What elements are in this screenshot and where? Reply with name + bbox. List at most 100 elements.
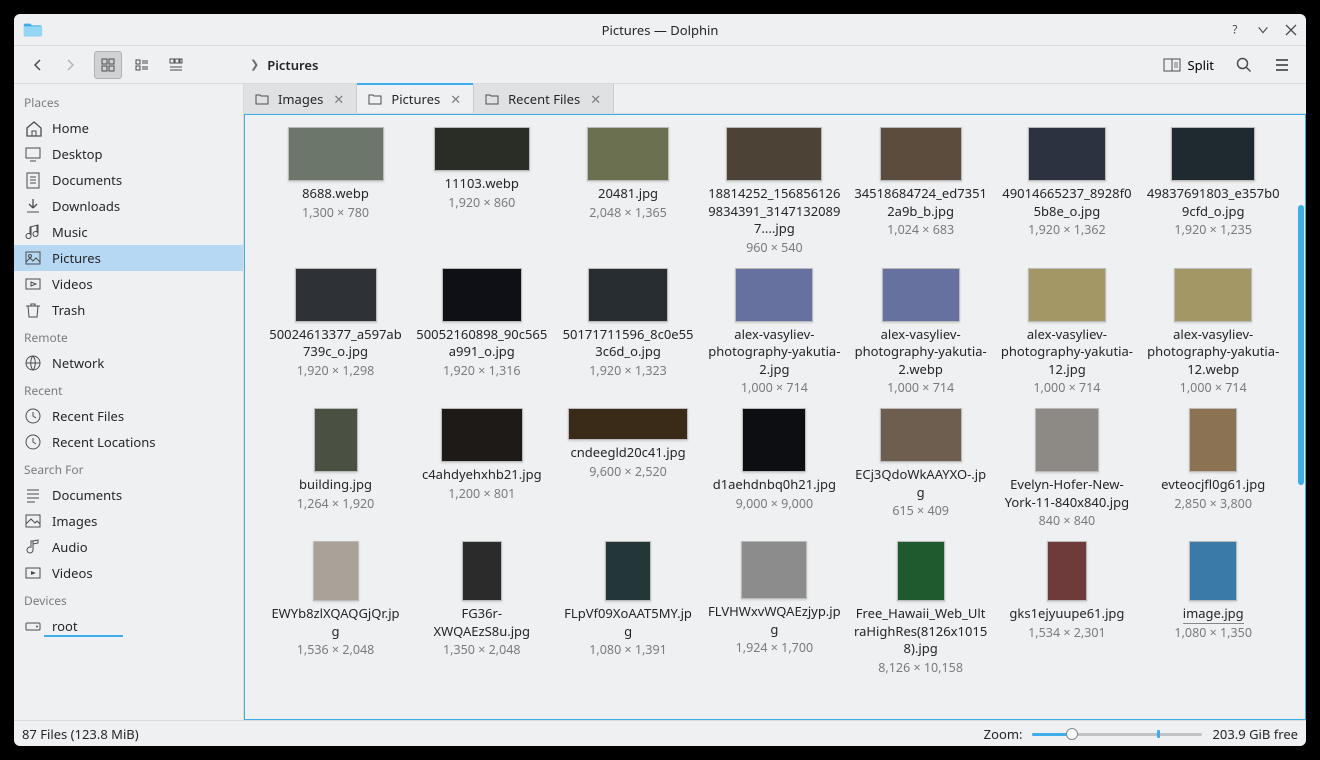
file-item[interactable]: Evelyn-Hofer-New-York-11-840x840.jpg840 … (994, 404, 1139, 533)
details-view-button[interactable] (162, 51, 190, 79)
sidebar-header: Remote (14, 323, 243, 350)
sidebar-item-recent-files[interactable]: Recent Files (14, 403, 243, 429)
file-item[interactable]: EWYb8zlXQAQGjQr.jpg1,536 × 2,048 (263, 537, 408, 680)
file-item[interactable]: 20481.jpg2,048 × 1,365 (556, 123, 701, 260)
file-item[interactable]: alex-vasyliev-photography-yakutia-12.jpg… (994, 264, 1139, 401)
folder-icon (367, 91, 383, 107)
split-icon (1163, 57, 1181, 73)
minimize-button[interactable] (1256, 23, 1270, 37)
sidebar-item-desktop[interactable]: Desktop (14, 141, 243, 167)
search-docs-icon (24, 486, 42, 504)
sidebar-item-network[interactable]: Network (14, 350, 243, 376)
sidebar-item-videos[interactable]: Videos (14, 560, 243, 586)
file-item[interactable]: 49014665237_8928f05b8e_o.jpg1,920 × 1,36… (994, 123, 1139, 260)
tab-recent-files[interactable]: Recent Files✕ (474, 84, 614, 113)
file-item[interactable]: 34518684724_ed73512a9b_b.jpg1,024 × 683 (848, 123, 993, 260)
sidebar-item-audio[interactable]: Audio (14, 534, 243, 560)
file-item[interactable]: alex-vasyliev-photography-yakutia-2.jpg1… (702, 264, 847, 401)
file-item[interactable]: 8688.webp1,300 × 780 (263, 123, 408, 260)
sidebar-item-label: Documents (52, 486, 122, 504)
search-button[interactable] (1230, 51, 1258, 79)
icons-view-button[interactable] (94, 51, 122, 79)
file-item[interactable]: 18814252_1568561269834391_31471320897...… (702, 123, 847, 260)
tab-label: Images (278, 90, 323, 108)
file-view[interactable]: 8688.webp1,300 × 78011103.webp1,920 × 86… (245, 115, 1305, 719)
sidebar-item-pictures[interactable]: Pictures (14, 245, 243, 271)
file-item[interactable]: FLpVf09XoAAT5MY.jpg1,080 × 1,391 (556, 537, 701, 680)
file-item[interactable]: evteocjfl0g61.jpg2,850 × 3,800 (1141, 404, 1286, 533)
forward-button[interactable] (56, 51, 84, 79)
file-item[interactable]: alex-vasyliev-photography-yakutia-12.web… (1141, 264, 1286, 401)
scrollbar[interactable] (1298, 205, 1304, 485)
file-name: Free_Hawaii_Web_UltraHighRes(8126x10158)… (853, 605, 988, 658)
file-item[interactable]: 11103.webp1,920 × 860 (409, 123, 554, 260)
file-item[interactable]: FG36r-XWQAEzS8u.jpg1,350 × 2,048 (409, 537, 554, 680)
tab-close-button[interactable]: ✕ (331, 90, 346, 108)
file-item[interactable]: cndeegld20c41.jpg9,600 × 2,520 (556, 404, 701, 533)
file-item[interactable]: FLVHWxvWQAEzjyp.jpg1,924 × 1,700 (702, 537, 847, 680)
file-item[interactable]: building.jpg1,264 × 1,920 (263, 404, 408, 533)
sidebar-item-documents[interactable]: Documents (14, 482, 243, 508)
breadcrumb-current[interactable]: Pictures (267, 56, 318, 74)
sidebar-item-label: Videos (52, 275, 93, 293)
sidebar-item-label: Documents (52, 171, 122, 189)
tab-pictures[interactable]: Pictures✕ (357, 84, 474, 113)
sidebar-item-documents[interactable]: Documents (14, 167, 243, 193)
trash-icon (24, 301, 42, 319)
thumbnail (568, 408, 688, 440)
file-dimensions: 9,600 × 2,520 (589, 463, 667, 480)
file-item[interactable]: 50052160898_90c565a991_o.jpg1,920 × 1,31… (409, 264, 554, 401)
free-space: 203.9 GiB free (1212, 725, 1298, 743)
thumbnail (741, 541, 807, 599)
file-dimensions: 1,536 × 2,048 (297, 641, 375, 658)
compact-view-button[interactable] (128, 51, 156, 79)
menu-button[interactable] (1268, 51, 1296, 79)
sidebar-item-music[interactable]: Music (14, 219, 243, 245)
thumbnail (295, 268, 377, 322)
tab-close-button[interactable]: ✕ (448, 90, 463, 108)
thumbnail (880, 127, 962, 181)
file-item[interactable]: d1aehdnbq0h21.jpg9,000 × 9,000 (702, 404, 847, 533)
file-dimensions: 2,048 × 1,365 (589, 204, 667, 221)
close-button[interactable] (1284, 23, 1298, 37)
file-name: c4ahdyehxhb21.jpg (422, 466, 542, 484)
thumbnail (1035, 408, 1099, 472)
file-dimensions: 1,920 × 1,298 (297, 362, 375, 379)
sidebar-item-home[interactable]: Home (14, 115, 243, 141)
file-item[interactable]: 50171711596_8c0e553c6d_o.jpg1,920 × 1,32… (556, 264, 701, 401)
file-item[interactable]: c4ahdyehxhb21.jpg1,200 × 801 (409, 404, 554, 533)
file-dimensions: 1,300 × 780 (302, 204, 369, 221)
sidebar-item-downloads[interactable]: Downloads (14, 193, 243, 219)
file-item[interactable]: gks1ejyuupe61.jpg1,534 × 2,301 (994, 537, 1139, 680)
file-item[interactable]: Free_Hawaii_Web_UltraHighRes(8126x10158)… (848, 537, 993, 680)
split-button[interactable]: Split (1157, 52, 1220, 78)
sidebar-item-videos[interactable]: Videos (14, 271, 243, 297)
help-button[interactable]: ? (1228, 23, 1242, 37)
toolbar: ❯ Pictures Split (14, 46, 1306, 84)
breadcrumb[interactable]: ❯ Pictures (200, 56, 1153, 74)
back-button[interactable] (24, 51, 52, 79)
thumbnail (587, 127, 669, 181)
zoom-slider[interactable] (1032, 727, 1202, 741)
file-name: 50052160898_90c565a991_o.jpg (414, 326, 549, 361)
tab-images[interactable]: Images ✕ (244, 84, 357, 113)
tab-close-button[interactable]: ✕ (588, 90, 603, 108)
sidebar-item-label: Music (52, 223, 88, 241)
thumbnail (605, 541, 651, 601)
file-item[interactable]: alex-vasyliev-photography-yakutia-2.webp… (848, 264, 993, 401)
file-item[interactable]: 49837691803_e357b09cfd_o.jpg1,920 × 1,23… (1141, 123, 1286, 260)
thumbnail (442, 268, 522, 322)
sidebar-item-trash[interactable]: Trash (14, 297, 243, 323)
sidebar-item-images[interactable]: Images (14, 508, 243, 534)
file-item[interactable]: ECj3QdoWkAAYXO-.jpg615 × 409 (848, 404, 993, 533)
file-item[interactable]: image.jpg1,080 × 1,350 (1141, 537, 1286, 680)
sidebar-item-recent-locations[interactable]: Recent Locations (14, 429, 243, 455)
file-dimensions: 615 × 409 (892, 502, 949, 519)
file-item[interactable]: 50024613377_a597ab739c_o.jpg1,920 × 1,29… (263, 264, 408, 401)
file-name: 34518684724_ed73512a9b_b.jpg (853, 185, 988, 220)
file-dimensions: 1,080 × 1,350 (1174, 624, 1252, 641)
clock-icon (24, 407, 42, 425)
file-dimensions: 1,264 × 1,920 (297, 495, 375, 512)
file-dimensions: 1,024 × 683 (887, 221, 954, 238)
sidebar-item-root[interactable]: root (14, 613, 243, 639)
